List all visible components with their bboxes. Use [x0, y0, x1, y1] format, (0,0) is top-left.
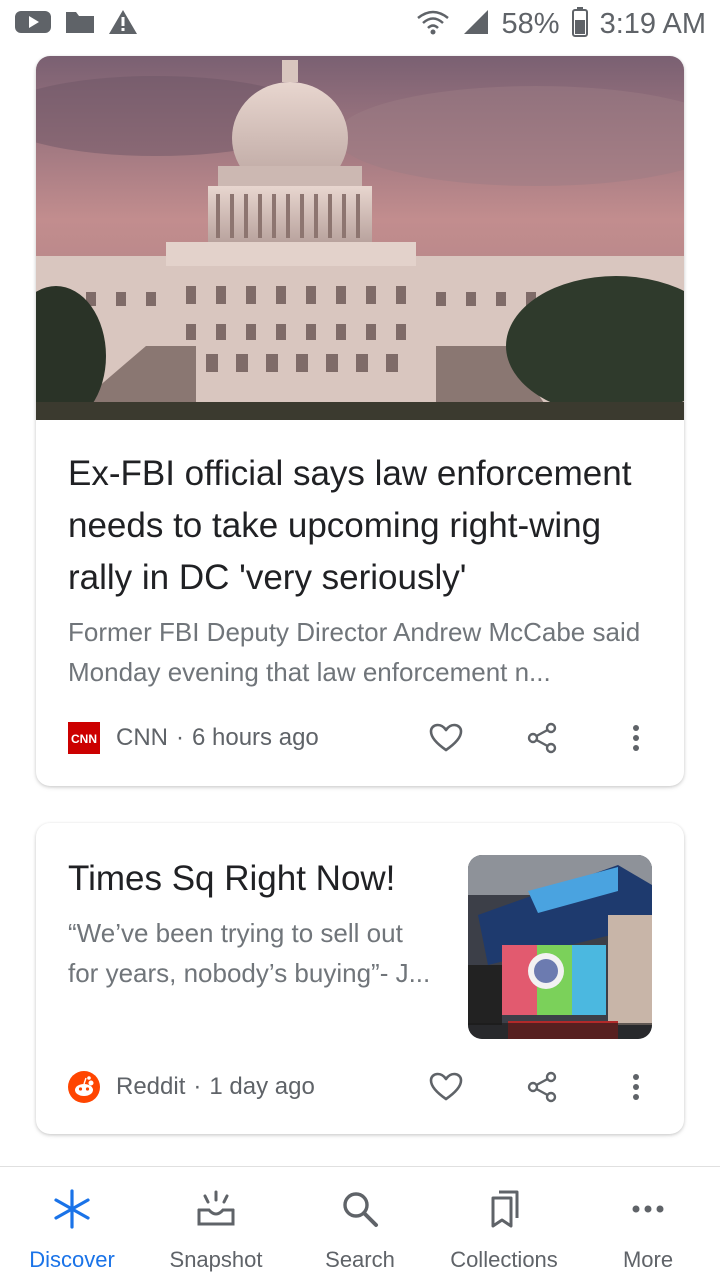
hero-image[interactable]	[36, 56, 684, 420]
nav-label: More	[622, 1247, 674, 1272]
reddit-logo-icon	[68, 1071, 100, 1103]
article-meta: CNN CNN · 6 hours ago	[68, 718, 658, 758]
collections-icon	[482, 1187, 526, 1231]
news-card[interactable]: Times Sq Right Now! “We’ve been trying t…	[36, 823, 684, 1134]
article-headline[interactable]: Times Sq Right Now!	[68, 853, 448, 905]
news-card[interactable]: Ex-FBI official says law enforcement nee…	[36, 56, 684, 786]
cnn-logo-text: CNN	[71, 732, 97, 746]
status-left-icons	[14, 8, 138, 41]
battery-icon	[571, 6, 588, 42]
status-right-icons: 58% 3:19 AM	[416, 6, 706, 42]
publish-time: 1 day ago	[209, 1073, 315, 1100]
meta-separator: ·	[176, 724, 184, 751]
warning-icon	[108, 8, 138, 41]
snapshot-icon	[194, 1187, 238, 1231]
search-icon	[338, 1187, 382, 1231]
share-icon[interactable]	[522, 718, 562, 758]
publish-time: 6 hours ago	[192, 724, 319, 751]
nav-snapshot[interactable]: Snapshot	[144, 1167, 288, 1280]
battery-percent: 58%	[501, 7, 560, 40]
more-vert-icon[interactable]	[616, 1067, 656, 1107]
youtube-icon	[14, 8, 52, 41]
share-icon[interactable]	[522, 1067, 562, 1107]
nav-search[interactable]: Search	[288, 1167, 432, 1280]
status-bar: 58% 3:19 AM	[0, 0, 720, 48]
article-thumbnail[interactable]	[468, 855, 652, 1039]
google-discover-feed: 58% 3:19 AM Ex-FBI official says law enf…	[0, 0, 720, 1280]
clock: 3:19 AM	[599, 7, 706, 40]
nav-label: Discover	[29, 1247, 115, 1272]
article-snippet[interactable]: “We’ve been trying to sell out for years…	[68, 913, 438, 993]
meta-separator: ·	[193, 1073, 202, 1100]
cnn-logo-icon: CNN	[68, 722, 100, 754]
article-headline[interactable]: Ex-FBI official says law enforcement nee…	[68, 448, 658, 604]
heart-icon[interactable]	[426, 718, 466, 758]
wifi-icon	[416, 8, 450, 41]
more-vert-icon[interactable]	[616, 718, 656, 758]
nav-label: Snapshot	[169, 1247, 263, 1272]
discover-icon	[50, 1187, 94, 1231]
source-name[interactable]: CNN	[116, 724, 168, 752]
nav-collections[interactable]: Collections	[432, 1167, 576, 1280]
heart-icon[interactable]	[426, 1067, 466, 1107]
more-horiz-icon	[626, 1187, 670, 1231]
source-name[interactable]: Reddit	[116, 1073, 185, 1101]
article-snippet[interactable]: Former FBI Deputy Director Andrew McCabe…	[68, 612, 658, 692]
folder-icon	[64, 8, 96, 41]
nav-label: Collections	[450, 1247, 558, 1272]
signal-icon	[462, 8, 490, 41]
nav-discover[interactable]: Discover	[0, 1167, 144, 1280]
nav-label: Search	[325, 1247, 395, 1272]
bottom-navigation: Discover Snapshot Search Collections Mor…	[0, 1166, 720, 1280]
article-meta: Reddit · 1 day ago	[68, 1067, 658, 1107]
nav-more[interactable]: More	[576, 1167, 720, 1280]
